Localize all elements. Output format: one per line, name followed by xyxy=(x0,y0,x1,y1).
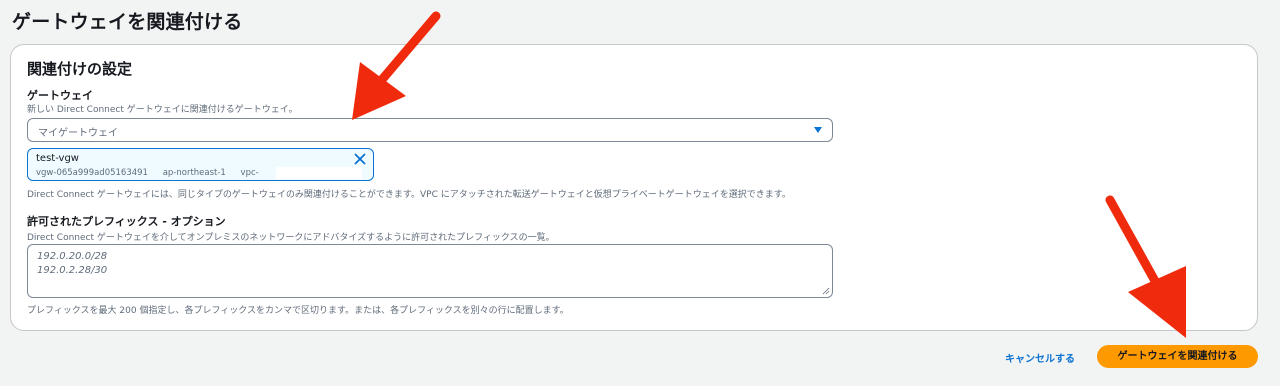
prefixes-label: 許可されたプレフィックス - オプション xyxy=(27,215,226,228)
gateway-description: 新しい Direct Connect ゲートウェイに関連付けるゲートウェイ。 xyxy=(27,105,298,115)
resize-handle-icon[interactable] xyxy=(822,287,830,295)
token-meta: vgw-065a999ad05163491 ap-northeast-1 vpc… xyxy=(36,168,271,178)
section-title: 関連付けの設定 xyxy=(27,60,133,78)
page-title: ゲートウェイを関連付ける xyxy=(12,11,243,33)
association-settings-panel: 関連付けの設定 ゲートウェイ 新しい Direct Connect ゲートウェイ… xyxy=(10,44,1258,331)
gateway-help-text: Direct Connect ゲートウェイには、同じタイプのゲートウェイのみ関連… xyxy=(27,190,791,200)
selected-gateway-token: test-vgw vgw-065a999ad05163491 ap-northe… xyxy=(27,148,374,181)
prefix-line: 192.0.20.0/28 xyxy=(37,251,108,262)
token-region: ap-northeast-1 xyxy=(162,168,226,178)
token-name: test-vgw xyxy=(36,153,79,164)
token-gateway-id: vgw-065a999ad05163491 xyxy=(36,168,148,178)
token-vpc: vpc- xyxy=(240,168,259,178)
gateway-select-value: マイゲートウェイ xyxy=(38,128,118,139)
allowed-prefixes-textarea[interactable]: 192.0.20.0/28 192.0.2.28/30 xyxy=(27,244,833,298)
caret-down-icon xyxy=(814,127,822,133)
cancel-button[interactable]: キャンセルする xyxy=(1005,350,1075,365)
prefix-line: 192.0.2.28/30 xyxy=(37,265,108,276)
close-icon[interactable] xyxy=(353,152,367,166)
prefixes-description: Direct Connect ゲートウェイを介してオンプレミスのネットワークにア… xyxy=(27,233,555,243)
redacted-area xyxy=(276,167,362,179)
gateway-label: ゲートウェイ xyxy=(27,89,93,102)
gateway-select[interactable]: マイゲートウェイ xyxy=(27,118,833,142)
associate-gateway-button[interactable]: ゲートウェイを関連付ける xyxy=(1097,345,1258,368)
prefixes-help-text: プレフィックスを最大 200 個指定し、各プレフィックスをカンマで区切ります。ま… xyxy=(27,306,569,316)
